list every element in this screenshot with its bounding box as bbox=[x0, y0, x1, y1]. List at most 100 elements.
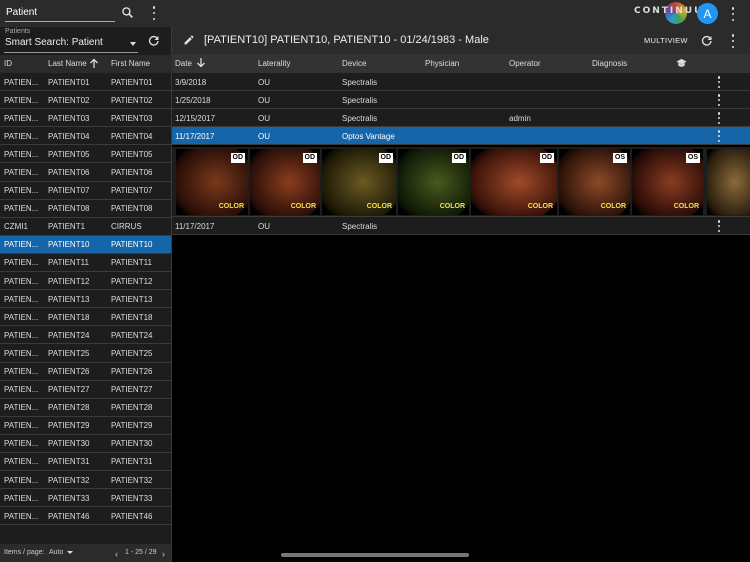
column-header-device[interactable]: Device bbox=[342, 59, 366, 68]
patient-id-cell: PATIEN... bbox=[4, 167, 39, 177]
refresh-patients-icon[interactable] bbox=[147, 34, 161, 48]
fundus-thumbnail[interactable]: OD COLOR bbox=[322, 149, 396, 215]
patients-label: Patients bbox=[5, 28, 31, 35]
patient-row[interactable]: PATIEN... PATIENT10 PATIENT10 bbox=[0, 235, 171, 254]
patient-row[interactable]: PATIEN... PATIENT04 PATIENT04 bbox=[0, 127, 171, 146]
eye-badge: OD bbox=[378, 153, 393, 163]
fundus-thumbnail[interactable]: OS COLOR bbox=[559, 149, 630, 215]
exam-row[interactable]: 11/17/2017 OU Optos Vantage bbox=[172, 127, 750, 145]
patient-id-cell: PATIEN... bbox=[4, 186, 39, 196]
patient-row[interactable]: PATIEN... PATIENT33 PATIENT33 bbox=[0, 489, 171, 508]
exam-row[interactable]: 1/25/2018 OU Spectralis bbox=[172, 91, 750, 109]
patient-search-input[interactable] bbox=[5, 4, 115, 22]
app-more-icon[interactable] bbox=[729, 7, 737, 21]
column-header-diagnosis[interactable]: Diagnosis bbox=[592, 59, 627, 68]
patient-row[interactable]: PATIEN... PATIENT32 PATIENT32 bbox=[0, 471, 171, 490]
chevron-left-icon[interactable]: ‹ bbox=[115, 549, 118, 559]
patient-row[interactable]: PATIEN... PATIENT03 PATIENT03 bbox=[0, 109, 171, 128]
patient-row[interactable]: PATIEN... PATIENT27 PATIENT27 bbox=[0, 381, 171, 399]
patient-last-name-cell: PATIENT18 bbox=[48, 312, 90, 322]
patient-first-name-cell: PATIENT25 bbox=[111, 348, 153, 358]
smart-search-value: Smart Search: Patient bbox=[5, 37, 103, 48]
patient-first-name-cell: PATIENT32 bbox=[111, 475, 153, 485]
patient-row[interactable]: PATIEN... PATIENT26 PATIENT26 bbox=[0, 363, 171, 381]
fundus-thumbnail[interactable]: OD COLOR bbox=[176, 149, 248, 215]
user-avatar[interactable]: A bbox=[697, 3, 718, 24]
modality-label: COLOR bbox=[218, 203, 244, 210]
patient-row[interactable]: PATIEN... PATIENT24 PATIENT24 bbox=[0, 326, 171, 345]
patient-row[interactable]: PATIEN... PATIENT02 PATIENT02 bbox=[0, 91, 171, 110]
fundus-thumbnail[interactable] bbox=[707, 149, 750, 215]
patient-row[interactable]: PATIEN... PATIENT30 PATIENT30 bbox=[0, 435, 171, 453]
multiview-button[interactable]: MULTIVIEW bbox=[644, 36, 688, 45]
fundus-thumbnail[interactable]: OD COLOR bbox=[398, 149, 469, 215]
exam-laterality-cell: OU bbox=[258, 95, 270, 105]
column-header-operator[interactable]: Operator bbox=[509, 59, 541, 68]
patient-row[interactable]: PATIEN... PATIENT25 PATIENT25 bbox=[0, 344, 171, 363]
items-per-page-select[interactable]: Auto bbox=[49, 549, 63, 556]
patient-row[interactable]: PATIEN... PATIENT06 PATIENT06 bbox=[0, 163, 171, 182]
patient-row[interactable]: PATIEN... PATIENT18 PATIENT18 bbox=[0, 308, 171, 327]
edit-patient-icon[interactable] bbox=[183, 34, 195, 46]
exam-more-icon[interactable] bbox=[716, 220, 722, 232]
patient-first-name-cell: PATIENT18 bbox=[111, 312, 153, 322]
exam-more-icon[interactable] bbox=[716, 94, 722, 106]
column-header-laterality[interactable]: Laterality bbox=[258, 59, 290, 68]
fundus-thumbnail[interactable]: OD COLOR bbox=[250, 149, 320, 215]
patient-row[interactable]: PATIEN... PATIENT13 PATIENT13 bbox=[0, 290, 171, 309]
patient-row[interactable]: PATIEN... PATIENT28 PATIENT28 bbox=[0, 399, 171, 417]
exam-laterality-cell: OU bbox=[258, 131, 270, 141]
patient-last-name-cell: PATIENT25 bbox=[48, 348, 90, 358]
modality-label: COLOR bbox=[366, 203, 392, 210]
patient-id-cell: PATIEN... bbox=[4, 330, 39, 340]
column-header-first-name[interactable]: First Name bbox=[111, 59, 150, 68]
patient-first-name-cell: PATIENT12 bbox=[111, 276, 153, 286]
fundus-thumbnail[interactable]: OD COLOR bbox=[471, 149, 557, 215]
column-header-last-name[interactable]: Last Name bbox=[48, 59, 87, 68]
column-header-date[interactable]: Date bbox=[175, 59, 192, 68]
refresh-exams-icon[interactable] bbox=[700, 34, 713, 47]
fundus-thumbnail[interactable]: OS COLOR bbox=[632, 149, 703, 215]
sort-ascending-icon[interactable] bbox=[89, 58, 99, 69]
patient-header: [PATIENT10] PATIENT10, PATIENT10 - 01/24… bbox=[172, 27, 750, 54]
patient-row[interactable]: PATIEN... PATIENT46 PATIENT46 bbox=[0, 507, 171, 526]
patient-row[interactable]: PATIEN... PATIENT29 PATIENT29 bbox=[0, 417, 171, 435]
patient-first-name-cell: PATIENT29 bbox=[111, 421, 153, 431]
exam-more-icon[interactable] bbox=[716, 76, 722, 88]
chevron-right-icon[interactable]: › bbox=[162, 549, 165, 559]
eye-badge: OD bbox=[451, 153, 466, 163]
patient-row[interactable]: PATIEN... PATIENT11 PATIENT11 bbox=[0, 254, 171, 273]
items-per-page-caret-icon[interactable] bbox=[67, 551, 73, 554]
exam-operator-cell: admin bbox=[509, 113, 531, 123]
smart-search-select[interactable]: Smart Search: Patient bbox=[4, 37, 138, 53]
exam-row[interactable]: 11/17/2017 OU Spectralis bbox=[172, 217, 750, 235]
patient-id-cell: PATIEN... bbox=[4, 439, 39, 449]
patient-id-cell: PATIEN... bbox=[4, 457, 39, 467]
patient-first-name-cell: PATIENT28 bbox=[111, 403, 153, 413]
exam-more-icon[interactable] bbox=[716, 112, 722, 124]
graduation-cap-icon[interactable] bbox=[676, 58, 687, 68]
patient-last-name-cell: PATIENT24 bbox=[48, 330, 90, 340]
column-header-physician[interactable]: Physician bbox=[425, 59, 459, 68]
exam-row[interactable]: 3/9/2018 OU Spectralis bbox=[172, 73, 750, 91]
search-options-more-icon[interactable] bbox=[150, 6, 158, 20]
patient-row[interactable]: PATIEN... PATIENT07 PATIENT07 bbox=[0, 182, 171, 200]
sort-descending-icon[interactable] bbox=[196, 57, 206, 68]
patient-id-cell: PATIEN... bbox=[4, 511, 39, 521]
column-header-id[interactable]: ID bbox=[4, 59, 12, 68]
items-per-page-label: Items / page: bbox=[4, 549, 45, 556]
patient-row[interactable]: CZMI1 PATIENT1 CIRRUS bbox=[0, 218, 171, 236]
patient-row[interactable]: PATIEN... PATIENT01 PATIENT01 bbox=[0, 73, 171, 92]
patient-row[interactable]: PATIEN... PATIENT05 PATIENT05 bbox=[0, 145, 171, 164]
search-icon[interactable] bbox=[120, 5, 134, 19]
patient-row[interactable]: PATIEN... PATIENT31 PATIENT31 bbox=[0, 453, 171, 472]
patient-first-name-cell: PATIENT04 bbox=[111, 131, 153, 141]
patient-first-name-cell: PATIENT01 bbox=[111, 77, 153, 87]
modality-label: COLOR bbox=[673, 203, 699, 210]
patient-id-cell: PATIEN... bbox=[4, 131, 39, 141]
exam-row[interactable]: 12/15/2017 OU Spectralis admin bbox=[172, 109, 750, 127]
patient-more-icon[interactable] bbox=[729, 34, 737, 48]
exam-more-icon[interactable] bbox=[716, 130, 722, 142]
patient-row[interactable]: PATIEN... PATIENT08 PATIENT08 bbox=[0, 200, 171, 218]
patient-row[interactable]: PATIEN... PATIENT12 PATIENT12 bbox=[0, 272, 171, 291]
